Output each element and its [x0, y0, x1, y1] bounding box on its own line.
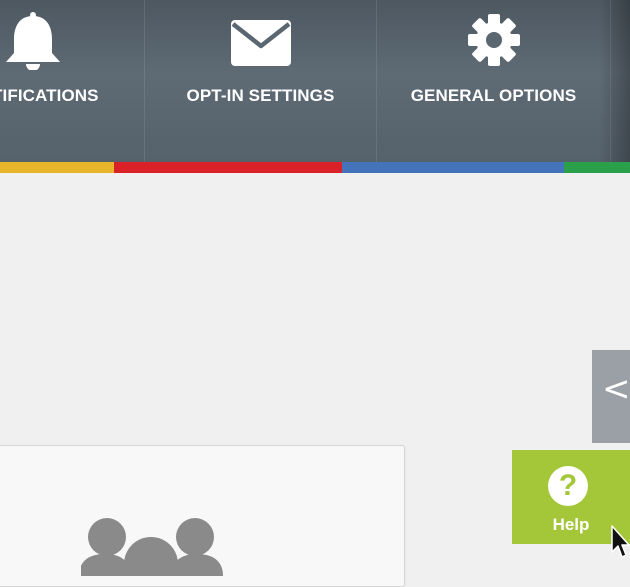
color-stripe-red — [114, 162, 342, 173]
color-stripe-yellow — [0, 162, 114, 173]
users-group-icon — [81, 518, 223, 576]
nav-item-label: OPT-IN SETTINGS — [186, 86, 335, 105]
bell-icon — [5, 12, 60, 70]
nav-item-label: NOTIFICATIONS — [0, 86, 99, 105]
top-navigation: NOTIFICATIONS OPT-IN SETTINGS GENE — [0, 0, 630, 162]
gear-icon — [467, 14, 520, 66]
embed-code-tab[interactable]: </ — [592, 350, 630, 443]
nav-item-notifications[interactable]: NOTIFICATIONS — [0, 0, 145, 162]
color-stripe — [0, 162, 630, 173]
code-icon: </ — [602, 369, 630, 409]
question-icon: ? — [548, 466, 588, 506]
nav-item-general-options[interactable]: GENERAL OPTIONS — [377, 0, 610, 162]
nav-item-opt-in-settings[interactable]: OPT-IN SETTINGS — [145, 0, 376, 162]
nav-divider — [610, 0, 611, 162]
color-stripe-green — [564, 162, 630, 173]
color-stripe-blue — [342, 162, 564, 173]
nav-item-label: GENERAL OPTIONS — [410, 86, 577, 105]
envelope-icon — [230, 20, 291, 66]
mouse-cursor-icon — [611, 525, 630, 558]
